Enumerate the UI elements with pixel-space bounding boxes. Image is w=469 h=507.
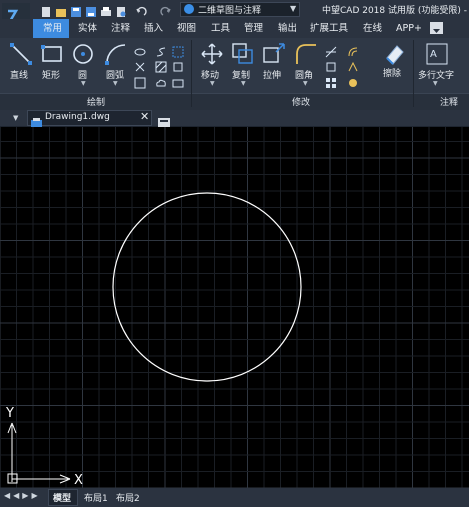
ucs-x-label: X [74,473,83,488]
chevron-down-icon[interactable]: ▼ [210,80,215,87]
gear-icon [184,4,194,14]
close-icon[interactable]: ✕ [140,110,149,123]
multiline-text-icon[interactable]: A [425,42,449,70]
fillet-icon[interactable] [294,42,318,70]
line-icon[interactable] [9,42,33,70]
layout-tab-1[interactable]: 布局1 [84,491,108,504]
chevron-down-icon[interactable]: ▼ [113,80,118,87]
open-file-icon[interactable] [55,3,67,17]
window-title: 中望CAD 2018 试用版 (功能受限) - [D [322,6,469,16]
drawn-circle[interactable] [112,192,302,382]
panel-title-modify: 修改 [292,98,311,108]
tab-extended-tools[interactable]: 扩展工具 [310,19,348,38]
tab-online[interactable]: 在线 [363,19,382,38]
ribbon-toggle-icon[interactable] [430,22,443,34]
print-icon[interactable] [100,3,112,16]
svg-text:A: A [430,49,437,60]
copy-icon[interactable] [231,42,255,70]
plot-preview-icon[interactable] [115,3,127,17]
arc-icon[interactable] [104,42,128,70]
layout-tab-model[interactable]: 模型 [53,491,71,504]
panel-separator [413,40,414,107]
panel-title-annotate: 注释 [440,98,459,108]
chevron-down-icon[interactable]: ▼ [433,80,438,87]
tab-tools[interactable]: 工具 [211,19,230,38]
chevron-down-icon[interactable]: ▼ [290,4,296,13]
tab-manage[interactable]: 管理 [244,19,263,38]
save-icon[interactable] [70,3,82,17]
save-as-icon[interactable] [85,3,97,17]
move-icon[interactable] [200,42,224,70]
drawing-canvas[interactable]: Y X [0,127,469,488]
tab-insert[interactable]: 插入 [144,19,163,38]
boundary-icon[interactable] [172,74,184,93]
chevron-down-icon[interactable]: ▼ [303,80,308,87]
panel-separator [191,40,192,107]
tab-solid[interactable]: 实体 [78,19,97,38]
document-tab-label: Drawing1.dwg [45,112,110,122]
redo-icon[interactable] [160,3,172,16]
tab-annotate[interactable]: 注释 [111,19,130,38]
chevron-down-icon[interactable]: ▼ [81,80,86,87]
new-file-icon[interactable] [40,3,52,17]
cloud-icon[interactable] [155,74,167,93]
ucs-icon [7,422,71,484]
array-icon[interactable] [325,74,337,93]
circle-icon[interactable] [71,42,95,70]
line-tool-label[interactable]: 直线 [10,68,28,81]
tab-output[interactable]: 输出 [278,19,297,38]
stretch-tool-label[interactable]: 拉伸 [263,68,281,81]
polygon-icon[interactable] [134,74,146,93]
chevron-down-icon[interactable]: ▼ [241,80,246,87]
workspace-label: 二维草图与注释 [198,6,262,16]
rectangle-icon[interactable] [40,42,64,70]
tab-view[interactable]: 视图 [177,19,196,38]
erase-tool-label[interactable]: 擦除 [383,66,401,79]
tab-app-plus[interactable]: APP+ [396,19,422,38]
join-icon[interactable] [347,74,359,93]
layout-tab-2[interactable]: 布局2 [116,491,140,504]
stretch-icon[interactable] [262,42,286,70]
layout-navigation-arrows[interactable]: ◀◀▶▶ [4,491,41,500]
ribbon-panel-titles [0,93,469,110]
model-space-grid: Y X [0,127,469,488]
rectangle-tool-label[interactable]: 矩形 [42,68,60,81]
chevron-down-icon[interactable]: ▼ [13,114,18,122]
undo-icon[interactable] [135,3,147,16]
grid-lines [0,127,469,488]
ucs-y-label: Y [5,406,14,421]
tab-home[interactable]: 常用 [43,19,62,38]
panel-title-draw: 绘制 [87,98,106,108]
